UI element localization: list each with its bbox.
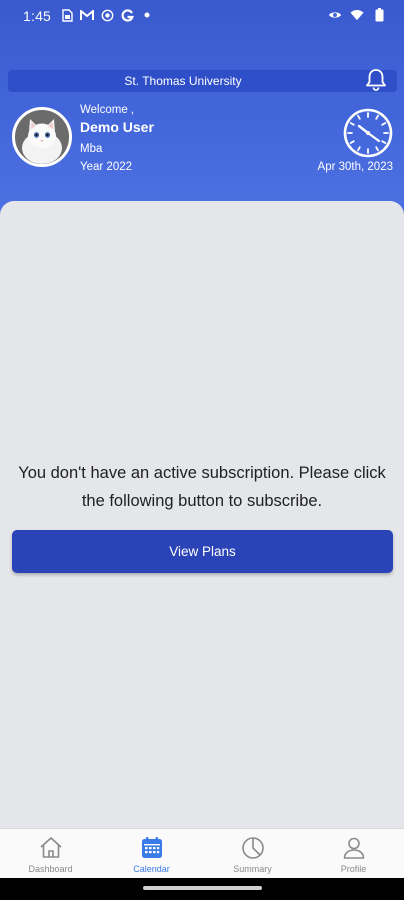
header: 1:45 St. Thomas University Welcome , Dem…: [0, 0, 404, 220]
nav-item-summary[interactable]: Summary: [202, 829, 303, 878]
bottom-nav: Dashboard Calendar Summary Profile: [0, 828, 404, 878]
program-label: Mba: [80, 143, 103, 155]
status-icons-left: [60, 8, 154, 22]
gesture-bar: [0, 878, 404, 900]
nav-item-calendar[interactable]: Calendar: [101, 829, 202, 878]
avatar[interactable]: [12, 107, 72, 167]
date-label: Apr 30th, 2023: [317, 161, 393, 173]
nav-item-dashboard[interactable]: Dashboard: [0, 829, 101, 878]
main-content: You don't have an active subscription. P…: [0, 201, 404, 829]
cat-photo-icon: [15, 110, 69, 164]
nav-label-dashboard: Dashboard: [28, 864, 73, 874]
target-icon: [100, 8, 114, 22]
pie-chart-icon: [241, 837, 264, 859]
university-name: St. Thomas University: [124, 74, 242, 88]
notification-bell-icon[interactable]: [365, 68, 387, 92]
wifi-icon: [350, 8, 364, 22]
status-bar: 1:45: [0, 0, 404, 32]
person-icon: [343, 837, 364, 859]
gmail-icon: [80, 8, 94, 22]
app-screen: 1:45 St. Thomas University Welcome , Dem…: [0, 0, 404, 900]
year-label: Year 2022: [80, 161, 133, 173]
university-bar: St. Thomas University: [8, 68, 397, 92]
nav-label-summary: Summary: [233, 864, 272, 874]
eye-icon: [328, 8, 342, 22]
calendar-icon: [141, 837, 162, 858]
status-icons-right: [328, 8, 386, 22]
google-icon: [120, 8, 134, 22]
home-icon: [39, 837, 62, 858]
dot-icon: [140, 8, 154, 22]
welcome-label: Welcome ,: [80, 104, 135, 116]
view-plans-button[interactable]: View Plans: [12, 530, 393, 573]
sim-icon: [60, 8, 74, 22]
subscription-message: You don't have an active subscription. P…: [18, 464, 386, 510]
status-time: 1:45: [23, 8, 52, 24]
user-name: Demo User: [80, 119, 154, 135]
nav-label-calendar: Calendar: [133, 864, 170, 874]
battery-icon: [372, 8, 386, 22]
nav-label-profile: Profile: [340, 864, 367, 874]
nav-item-profile[interactable]: Profile: [303, 829, 404, 878]
gesture-handle[interactable]: [143, 886, 262, 890]
clock-icon: [343, 108, 393, 158]
